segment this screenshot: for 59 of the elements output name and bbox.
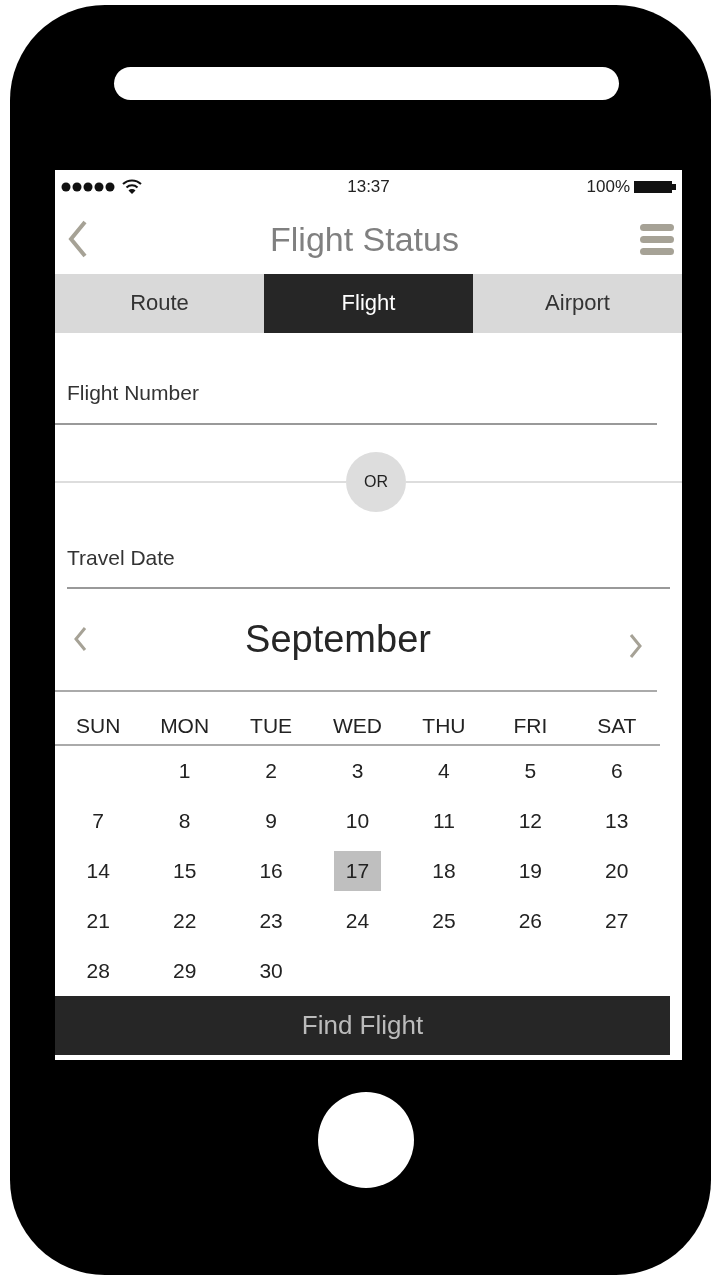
calendar-day[interactable]: 14 bbox=[74, 850, 122, 891]
month-title: September bbox=[244, 617, 432, 661]
flight-number-field[interactable]: Flight Number bbox=[55, 373, 657, 425]
weekday-label: WED bbox=[332, 712, 383, 739]
chevron-right-icon bbox=[629, 633, 643, 660]
tab[interactable]: Airport bbox=[473, 273, 682, 334]
calendar-day[interactable]: 22 bbox=[160, 900, 209, 941]
calendar-day[interactable]: 1 bbox=[166, 750, 203, 791]
calendar-day[interactable]: 13 bbox=[593, 800, 641, 841]
menu-button[interactable] bbox=[640, 222, 674, 257]
previous-month-button[interactable] bbox=[73, 626, 87, 653]
calendar-day[interactable]: 30 bbox=[247, 950, 295, 991]
back-button[interactable] bbox=[67, 220, 89, 259]
calendar-day[interactable]: 18 bbox=[420, 850, 468, 891]
travel-date-field[interactable]: Travel Date bbox=[67, 539, 670, 589]
weekday-label: SUN bbox=[75, 712, 122, 739]
next-month-button[interactable] bbox=[629, 633, 643, 660]
weekday-label: TUE bbox=[249, 712, 294, 739]
calendar-day[interactable]: 19 bbox=[506, 850, 555, 891]
calendar-day[interactable]: 16 bbox=[247, 850, 295, 891]
weekday-label: FRI bbox=[512, 712, 549, 739]
calendar-day[interactable]: 7 bbox=[80, 800, 117, 841]
battery-percent: 100% bbox=[586, 177, 630, 198]
calendar-day[interactable]: 9 bbox=[253, 800, 289, 841]
calendar-day[interactable]: 23 bbox=[247, 900, 295, 941]
calendar-day[interactable]: 17 bbox=[333, 850, 382, 891]
find-flight-button[interactable]: Find Flight bbox=[55, 995, 670, 1055]
wifi-icon bbox=[122, 179, 142, 196]
calendar-day[interactable]: 21 bbox=[74, 900, 122, 941]
weekday-label: SAT bbox=[596, 712, 638, 739]
calendar-day[interactable]: 29 bbox=[160, 950, 209, 991]
or-badge: OR bbox=[346, 451, 406, 512]
weekday-label: MON bbox=[159, 712, 211, 739]
calendar-day[interactable]: 24 bbox=[333, 900, 382, 941]
calendar-day[interactable]: 28 bbox=[74, 950, 122, 991]
calendar-day[interactable]: 4 bbox=[426, 750, 462, 791]
tab[interactable]: Route bbox=[55, 273, 264, 334]
calendar-day[interactable]: 12 bbox=[506, 800, 555, 841]
calendar-day[interactable]: 26 bbox=[506, 900, 555, 941]
tab[interactable]: Flight bbox=[264, 273, 473, 334]
weekday-label: THU bbox=[421, 712, 467, 739]
status-time: 13:37 bbox=[346, 177, 391, 198]
calendar-day[interactable]: 20 bbox=[593, 850, 641, 891]
calendar-day[interactable]: 6 bbox=[598, 750, 635, 791]
calendar-day[interactable]: 8 bbox=[166, 800, 203, 841]
calendar-day[interactable]: 25 bbox=[420, 900, 468, 941]
calendar-day[interactable]: 2 bbox=[253, 750, 289, 791]
calendar-day[interactable]: 3 bbox=[339, 750, 376, 791]
calendar-day[interactable]: 11 bbox=[421, 800, 467, 841]
calendar-day[interactable]: 5 bbox=[512, 750, 549, 791]
signal-icon bbox=[61, 182, 116, 193]
screen-title: Flight Status bbox=[269, 219, 460, 259]
chevron-left-icon bbox=[67, 220, 89, 259]
menu-icon bbox=[640, 222, 674, 257]
calendar-day[interactable]: 27 bbox=[593, 900, 641, 941]
calendar-day[interactable]: 10 bbox=[333, 800, 382, 841]
chevron-left-icon bbox=[73, 626, 87, 653]
battery-icon bbox=[634, 180, 676, 195]
calendar-day[interactable]: 15 bbox=[160, 850, 209, 891]
